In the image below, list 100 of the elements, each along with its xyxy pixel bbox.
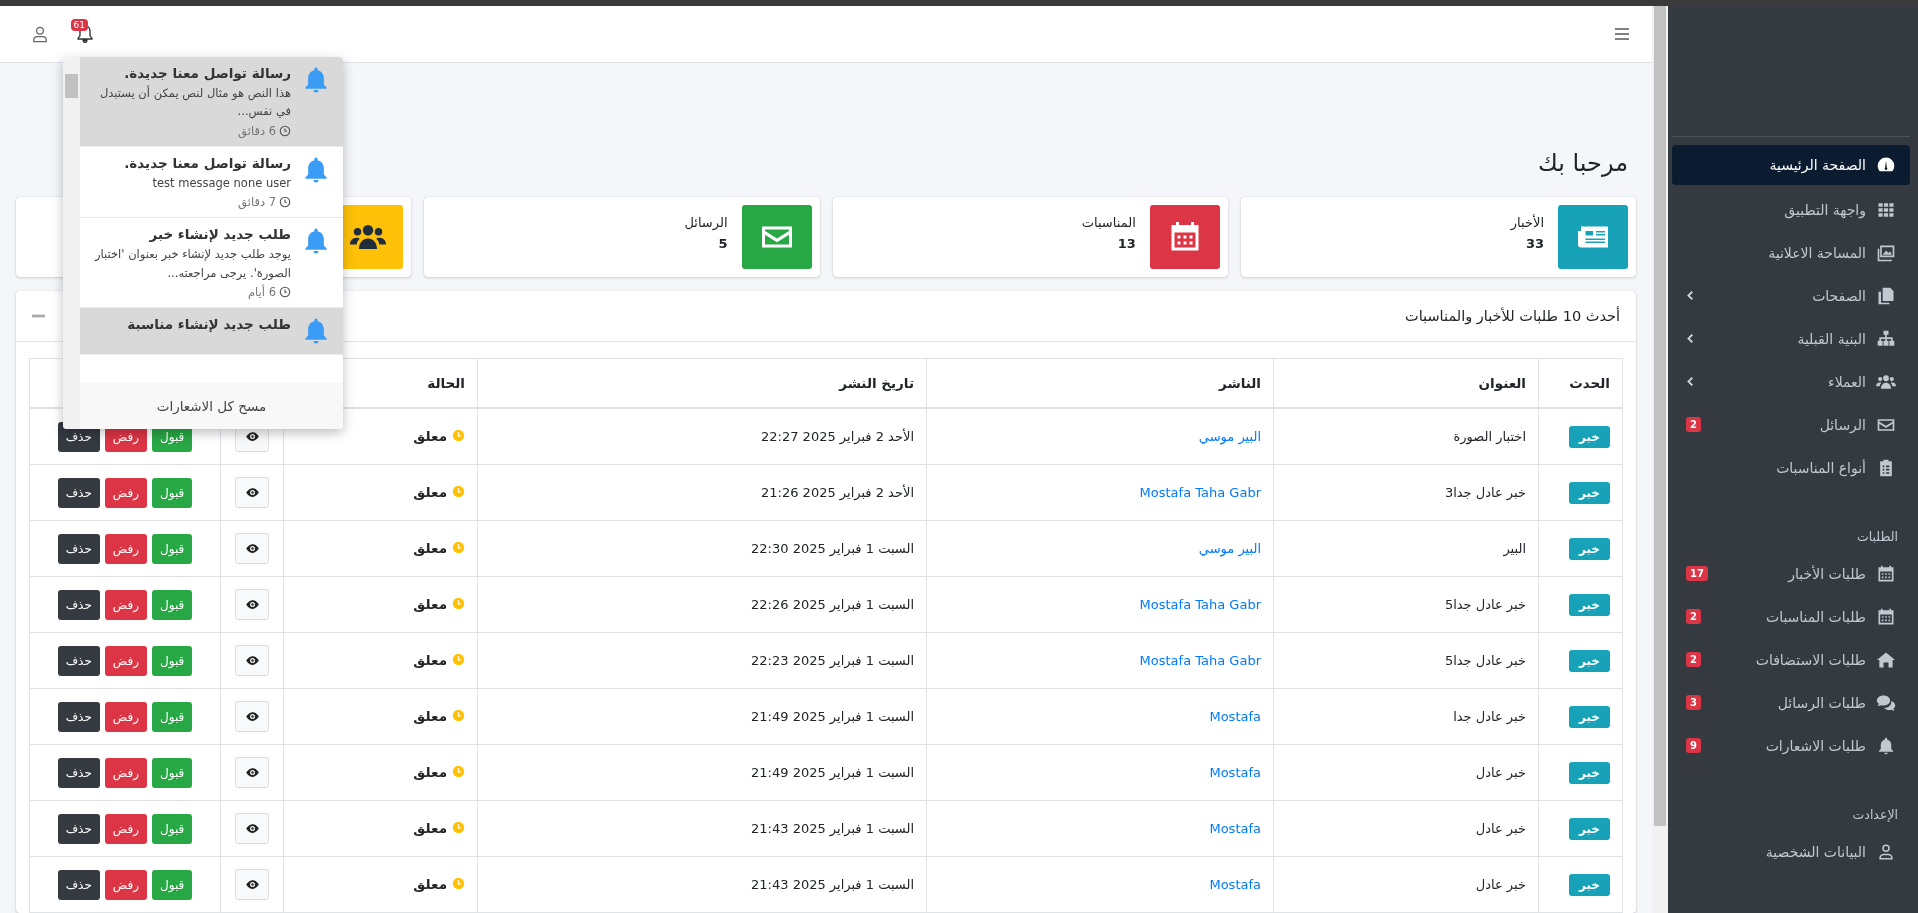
item-label: البيانات الشخصية — [1765, 843, 1866, 860]
sidebar-item[interactable]: الصفحة الرئيسية — [1672, 145, 1910, 185]
action-button[interactable]: حذف — [57, 589, 100, 620]
notification-item[interactable]: طلب جديد لإنشاء مناسبة — [80, 307, 343, 355]
scrollbar[interactable] — [1652, 6, 1668, 913]
action-button[interactable]: حذف — [57, 477, 100, 508]
status-text: معلق — [413, 763, 447, 780]
stat-value: 13 — [1116, 236, 1136, 251]
sitemap-icon — [1876, 328, 1896, 349]
type-badge: خبر — [1569, 818, 1610, 840]
publisher-link[interactable]: Mostafa Taha Gabr — [1139, 485, 1261, 500]
clock-icon — [452, 877, 465, 891]
pages-icon — [1876, 285, 1896, 306]
notification-text: test message none user — [151, 174, 291, 192]
eye-icon — [244, 823, 260, 834]
action-button[interactable]: حذف — [57, 533, 100, 564]
table-cell: خبر عادل جدا5 — [1273, 632, 1539, 689]
table-cell: خبر عادل جدا5 — [1273, 576, 1539, 633]
sidebar-item[interactable]: واجهة التطبيق — [1672, 188, 1910, 231]
action-button[interactable]: رفض — [104, 645, 148, 676]
view-button[interactable] — [235, 869, 269, 900]
status-text: معلق — [413, 819, 447, 836]
section-heading: الإعدادت — [1851, 806, 1899, 824]
eye-icon — [244, 767, 260, 778]
action-button[interactable]: حذف — [57, 869, 100, 900]
sidebar-item[interactable]: أنواع المناسبات — [1672, 446, 1910, 489]
type-badge: خبر — [1569, 538, 1610, 560]
user-icon[interactable] — [30, 24, 50, 44]
publisher-link[interactable]: Mostafa — [1209, 821, 1261, 836]
view-button[interactable] — [235, 757, 269, 788]
view-button[interactable] — [235, 645, 269, 676]
table-cell: خبر عادل — [1273, 856, 1539, 913]
sidebar-item[interactable]: البيانات الشخصية — [1672, 830, 1910, 873]
type-badge: خبر — [1569, 426, 1610, 448]
action-button[interactable]: رفض — [104, 813, 148, 844]
table-cell: السبت 1 فبراير 2025 21:43 — [477, 800, 927, 857]
notification-badge: 61 — [70, 19, 88, 31]
clear-all-link[interactable]: مسح كل الاشعارات — [80, 383, 343, 429]
bell-icon — [1876, 735, 1896, 756]
type-badge: خبر — [1569, 594, 1610, 616]
eye-icon — [244, 879, 260, 890]
clock-icon — [452, 429, 465, 443]
table-cell: الأحد 2 فبراير 2025 22:27 — [477, 408, 927, 465]
table-cell: خبر عادل — [1273, 800, 1539, 857]
clock-icon — [452, 709, 465, 723]
view-button[interactable] — [235, 477, 269, 508]
action-button[interactable]: رفض — [104, 533, 148, 564]
sidebar-item[interactable]: المساحة الاعلانية — [1672, 231, 1910, 274]
status-text: معلق — [413, 427, 447, 444]
action-button[interactable]: رفض — [104, 757, 148, 788]
view-button[interactable] — [235, 813, 269, 844]
publisher-link[interactable]: البير موسي — [1198, 429, 1261, 444]
notification-title: رسالة تواصل معنا جديدة. — [123, 65, 291, 81]
action-button[interactable]: حذف — [57, 813, 100, 844]
count-badge: 2 — [1686, 609, 1701, 624]
publisher-link[interactable]: Mostafa — [1209, 877, 1261, 892]
sidebar-item[interactable]: الصفحات — [1672, 274, 1910, 317]
status-text: معلق — [413, 539, 447, 556]
stat-label: الرسائل — [684, 215, 728, 230]
action-button[interactable]: حذف — [57, 757, 100, 788]
sidebar-item[interactable]: البنية القبلية — [1672, 317, 1910, 360]
notification-title: طلب جديد لإنشاء مناسبة — [126, 315, 291, 332]
item-label: الصفحة الرئيسية — [1769, 157, 1866, 173]
action-button[interactable]: حذف — [57, 701, 100, 732]
view-button[interactable] — [235, 589, 269, 620]
bell-icon[interactable] — [74, 23, 96, 45]
clock-icon — [279, 196, 291, 209]
notification-item[interactable]: رسالة تواصل معنا جديدة. هذا النص هو مثال لنص يمكن أن يستبدل في نفس... 6 دقائق — [80, 57, 343, 147]
count-badge: 9 — [1686, 738, 1701, 753]
notification-item[interactable]: طلب جديد لإنشاء خبر يوجد طلب جديد لإنشاء خبر بعنوان 'اختبار الصورة'. يرجى مراجعته... 6 أيام — [80, 218, 343, 308]
table-cell: اختبار الصورة — [1273, 408, 1539, 465]
publisher-link[interactable]: البير موسي — [1198, 541, 1261, 556]
action-button[interactable]: رفض — [104, 589, 148, 620]
menu-icon[interactable] — [1614, 27, 1630, 41]
view-button[interactable] — [235, 533, 269, 564]
status-text: معلق — [413, 595, 447, 612]
action-button[interactable]: حذف — [57, 645, 100, 676]
eye-icon — [244, 711, 260, 722]
sidebar-item[interactable]: العملاء — [1672, 360, 1910, 403]
notification-text: هذا النص هو مثال لنص يمكن أن يستبدل في نفس... — [98, 84, 291, 121]
notification-title: رسالة تواصل معنا جديدة. — [123, 154, 291, 171]
table-cell: خبر عادل جدا3 — [1273, 464, 1539, 521]
publisher-link[interactable]: Mostafa Taha Gabr — [1139, 653, 1261, 668]
publisher-link[interactable]: Mostafa — [1209, 765, 1261, 780]
publisher-link[interactable]: Mostafa — [1209, 709, 1261, 724]
view-button[interactable] — [235, 701, 269, 732]
type-badge: خبر — [1569, 762, 1610, 784]
action-button[interactable]: رفض — [104, 701, 148, 732]
action-button[interactable]: رفض — [104, 869, 148, 900]
card-title: أحدث 10 طلبات للأخبار والمناسبات — [1405, 308, 1620, 324]
item-label: البنية القبلية — [1797, 330, 1866, 347]
clock-icon — [452, 597, 465, 611]
scrollbar[interactable] — [63, 57, 80, 429]
item-label: الرسائل — [1819, 416, 1866, 433]
type-badge: خبر — [1569, 482, 1610, 504]
action-button[interactable]: رفض — [104, 477, 148, 508]
notification-text: يوجد طلب جديد لإنشاء خبر بعنوان 'اختبار الصورة'. يرجى مراجعته... — [93, 246, 291, 282]
table-cell: البير — [1273, 520, 1539, 577]
item-label: طلبات المناسبات — [1765, 608, 1866, 625]
publisher-link[interactable]: Mostafa Taha Gabr — [1139, 597, 1261, 612]
